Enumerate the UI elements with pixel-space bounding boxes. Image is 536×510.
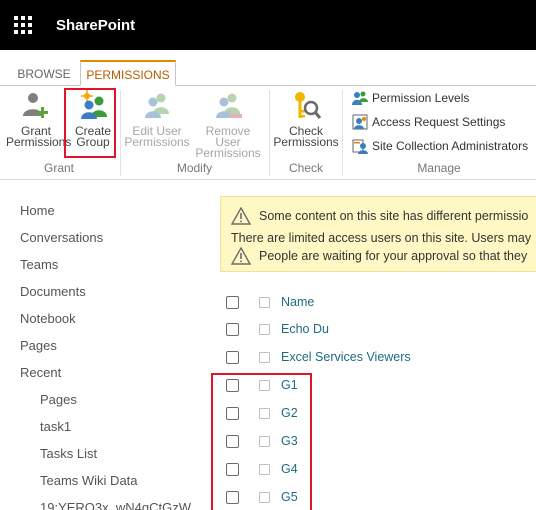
permissions-notice-bar: Some content on this site has different … — [220, 196, 536, 272]
remove-user-label-1: Remove User — [205, 124, 251, 149]
group-label-check: Check — [288, 161, 323, 175]
grant-permissions-button[interactable]: Grant Permissions — [6, 90, 72, 149]
permission-levels-label: Permission Levels — [372, 91, 470, 105]
nav-recent-conversation[interactable]: 19:YERO3x_wN4gCtGzW — [20, 497, 200, 510]
waffle-icon[interactable] — [0, 0, 46, 50]
nav-item-recent[interactable]: Recent — [20, 362, 200, 389]
access-request-label: Access Request Settings — [372, 115, 506, 129]
nav-item-pages[interactable]: Pages — [20, 335, 200, 362]
table-row: Excel Services Viewers — [226, 343, 411, 371]
row-name-link[interactable]: Echo Du — [281, 322, 329, 336]
row-secondary-checkbox[interactable] — [259, 323, 270, 335]
left-navigation: Home Conversations Teams Documents Noteb… — [20, 200, 200, 510]
group-separator — [342, 90, 343, 176]
group-separator — [120, 90, 121, 176]
group-label-grant: Grant — [43, 161, 74, 175]
suite-bar: SharePoint — [0, 0, 536, 50]
nav-item-home[interactable]: Home — [20, 200, 200, 227]
permission-levels-icon — [352, 90, 368, 106]
nav-item-teams[interactable]: Teams — [20, 254, 200, 281]
select-all-checkbox[interactable] — [226, 295, 239, 309]
access-request-settings-button[interactable]: Access Request Settings — [352, 112, 505, 132]
app-name[interactable]: SharePoint — [56, 17, 135, 34]
grant-permissions-icon — [20, 90, 52, 122]
site-admins-label: Site Collection Administrators — [372, 139, 529, 153]
notice-line: Some content on this site has different … — [221, 206, 528, 226]
notice-text-limited-access: There are limited access users on this s… — [231, 231, 532, 245]
notice-text-different-permissions: Some content on this site has different … — [259, 209, 529, 223]
row-name-link[interactable]: Excel Services Viewers — [281, 350, 411, 364]
nav-recent-task1[interactable]: task1 — [20, 416, 200, 443]
nav-recent-pages[interactable]: Pages — [20, 389, 200, 416]
edit-user-permissions-button[interactable]: Edit User Permissions — [122, 90, 192, 148]
group-label-modify: Modify — [176, 161, 213, 175]
grant-permissions-label-2: Permissions — [6, 135, 72, 149]
group-label-manage: Manage — [417, 161, 461, 175]
notice-text-pending-approval: People are waiting for your approval so … — [259, 249, 528, 263]
remove-user-label-2: Permissions — [195, 146, 261, 160]
warning-icon — [230, 206, 252, 225]
table-header-row: Name — [226, 288, 314, 316]
tab-browse[interactable]: BROWSE — [10, 60, 78, 86]
select-all-secondary-checkbox[interactable] — [259, 296, 270, 308]
site-collection-admins-button[interactable]: Site Collection Administrators — [352, 136, 528, 156]
groups-highlight — [211, 373, 312, 510]
nav-item-conversations[interactable]: Conversations — [20, 227, 200, 254]
check-permissions-label-2: Permissions — [273, 135, 339, 149]
nav-recent-tasks-list[interactable]: Tasks List — [20, 443, 200, 470]
warning-icon — [230, 246, 252, 265]
notice-line: People are waiting for your approval so … — [221, 246, 527, 266]
row-checkbox[interactable] — [226, 322, 239, 336]
row-checkbox[interactable] — [226, 350, 239, 364]
edit-user-label-2: Permissions — [124, 135, 190, 149]
remove-user-permissions-icon — [212, 90, 244, 122]
remove-user-permissions-button[interactable]: Remove User Permissions — [192, 90, 264, 159]
notice-line: There are limited access users on this s… — [231, 228, 531, 248]
column-header-name[interactable]: Name — [281, 295, 314, 309]
access-request-icon — [352, 114, 368, 130]
nav-item-documents[interactable]: Documents — [20, 281, 200, 308]
nav-item-notebook[interactable]: Notebook — [20, 308, 200, 335]
site-admins-icon — [352, 138, 368, 154]
tab-permissions[interactable]: PERMISSIONS — [80, 60, 176, 86]
check-permissions-icon — [290, 90, 322, 122]
ribbon-tabs: BROWSE PERMISSIONS — [0, 50, 536, 86]
table-row: Echo Du — [226, 315, 329, 343]
create-group-highlight — [64, 88, 116, 158]
permission-levels-button[interactable]: Permission Levels — [352, 88, 469, 108]
check-permissions-button[interactable]: Check Permissions — [272, 90, 340, 148]
row-secondary-checkbox[interactable] — [259, 351, 270, 363]
edit-user-permissions-icon — [141, 90, 173, 122]
nav-recent-teams-wiki-data[interactable]: Teams Wiki Data — [20, 470, 200, 497]
